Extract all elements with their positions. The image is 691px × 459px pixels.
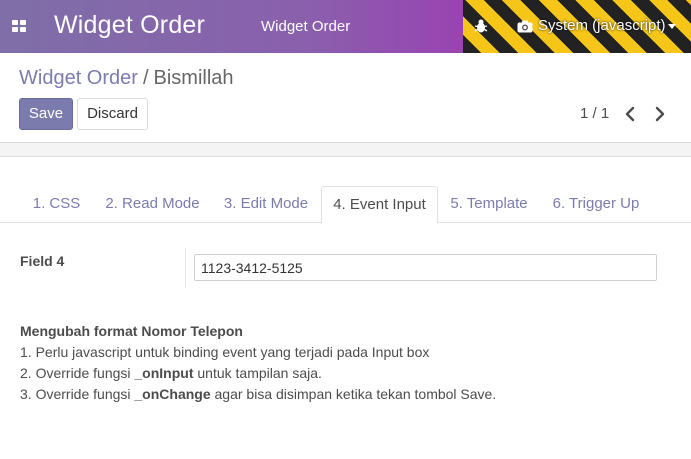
notes-line-3-bold: _onChange [134, 386, 211, 402]
notes-line-3-prefix: 3. Override fungsi [20, 386, 135, 402]
chevron-right-icon[interactable] [653, 106, 667, 122]
notes-line-3-suffix: agar bisa disimpan ketika tekan tombol S… [210, 386, 497, 402]
pager-value[interactable]: 1 / 1 [580, 105, 609, 122]
breadcrumb-parent-link[interactable]: Widget Order [19, 67, 138, 89]
tab-css[interactable]: 1. CSS [19, 186, 94, 223]
tab-event-input[interactable]: 4. Event Input [321, 186, 438, 224]
notes-block: Mengubah format Nomor Telepon 1. Perlu j… [20, 321, 496, 405]
notes-line-2-bold: _onInput [134, 365, 194, 381]
field-4-input[interactable] [194, 254, 657, 281]
user-menu[interactable]: System (javascript) [538, 17, 666, 34]
form-sheet-background [0, 143, 691, 157]
field-4-label: Field 4 [20, 253, 65, 269]
breadcrumb-current: Bismillah [153, 67, 234, 89]
menu-widget-order[interactable]: Widget Order [261, 18, 350, 35]
tab-trigger-up[interactable]: 6. Trigger Up [543, 186, 649, 223]
save-button[interactable]: Save [19, 98, 73, 130]
chevron-left-icon[interactable] [623, 106, 637, 122]
breadcrumb-separator: / [142, 67, 149, 89]
caret-down-icon[interactable] [668, 24, 676, 29]
discard-button[interactable]: Discard [77, 98, 148, 130]
tab-read-mode[interactable]: 2. Read Mode [96, 186, 209, 223]
notes-line-3: 3. Override fungsi _onChange agar bisa d… [20, 384, 496, 405]
field-separator [185, 248, 186, 288]
apps-icon[interactable] [12, 20, 26, 32]
notes-line-2-suffix: untuk tampilan saja. [193, 365, 322, 381]
notes-line-1: 1. Perlu javascript untuk binding event … [20, 344, 430, 360]
app-brand-title[interactable]: Widget Order [54, 11, 205, 40]
camera-icon[interactable] [517, 20, 533, 33]
bug-icon[interactable] [473, 18, 489, 34]
breadcrumb: Widget Order / Bismillah [19, 67, 234, 90]
notes-title: Mengubah format Nomor Telepon [20, 323, 243, 339]
tab-template[interactable]: 5. Template [440, 186, 538, 223]
notebook-tabs: 1. CSS 2. Read Mode 3. Edit Mode 4. Even… [0, 186, 691, 224]
notes-line-2-prefix: 2. Override fungsi [20, 365, 135, 381]
tab-edit-mode[interactable]: 3. Edit Mode [213, 186, 319, 223]
notes-line-2: 2. Override fungsi _onInput untuk tampil… [20, 363, 496, 384]
